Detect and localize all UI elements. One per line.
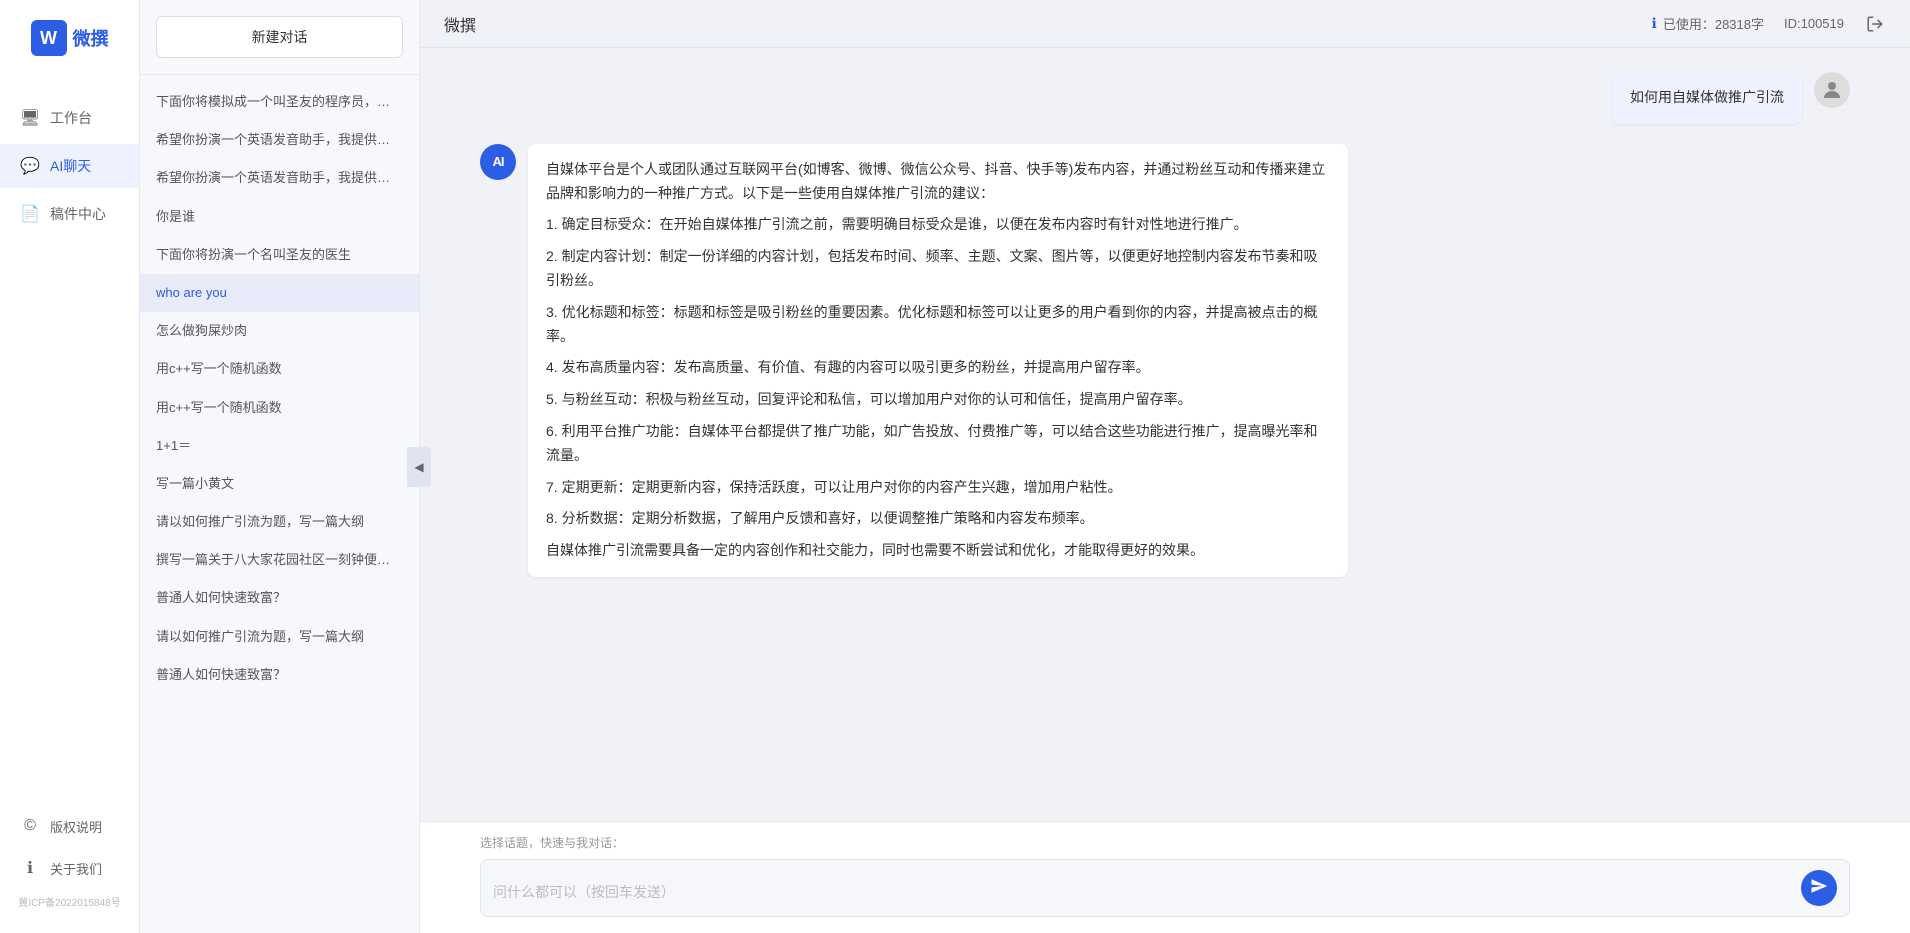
chat-list-item[interactable]: 撰写一篇关于八大家花园社区一刻钟便民生... [140,541,419,579]
nav-label-workspace: 工作台 [50,108,92,128]
copyright-item[interactable]: © 版权说明 [0,806,139,846]
nav-items: 🖥 工作台 💬 AI聊天 📄 稿件中心 [0,96,139,806]
chat-list-item[interactable]: 希望你扮演一个英语发音助手，我提供给你... [140,159,419,197]
user-avatar [1814,72,1850,108]
user-message: 如何用自媒体做推广引流 [1612,72,1802,124]
send-icon [1810,877,1828,900]
message-row-assistant: AI 自媒体平台是个人或团队通过互联网平台(如博客、微博、微信公众号、抖音、快手等… [480,144,1850,577]
chat-list-item[interactable]: who are you [140,274,419,312]
topbar: 微撰 ℹ 已使用：28318字 ID:100519 [420,0,1910,48]
nav-item-workspace[interactable]: 🖥 工作台 [0,96,139,140]
nav-icon-workspace: 🖥 [20,108,40,128]
app-name: 微撰 [73,25,109,51]
input-area: 选择话题，快速与我对话： [420,821,1910,933]
nav-footer: © 版权说明 ℹ 关于我们 冀ICP备2022015848号 [0,806,139,923]
info-icon: ℹ [1652,15,1657,32]
about-item[interactable]: ℹ 关于我们 [0,848,139,888]
chat-list-item[interactable]: 下面你将扮演一个名叫圣友的医生 [140,236,419,274]
chat-input[interactable] [493,882,1791,906]
logo-area: W 微撰 [31,20,109,56]
chat-list-item[interactable]: 你是谁 [140,198,419,236]
chat-area: 如何用自媒体做推广引流 AI 自媒体平台是个人或团队通过互联网平台(如博客、微博、微… [420,48,1910,821]
main-content: 微撰 ℹ 已使用：28318字 ID:100519 如何用自媒体做推广引流 AI 自… [420,0,1910,933]
chat-list-item[interactable]: 写一篇小黄文 [140,465,419,503]
chat-list-item[interactable]: 请以如何推广引流为题，写一篇大纲 [140,503,419,541]
nav-label-ai-chat: AI聊天 [50,156,91,176]
send-button[interactable] [1801,870,1837,906]
chat-list-item[interactable]: 用c++写一个随机函数 [140,350,419,388]
chat-list: 下面你将模拟成一个叫圣友的程序员，我说...希望你扮演一个英语发音助手，我提供给… [140,75,419,933]
left-nav: W 微撰 🖥 工作台 💬 AI聊天 📄 稿件中心 © 版权说明 ℹ 关于我们 冀… [0,0,140,933]
chat-list-item[interactable]: 1+1＝ [140,427,419,465]
sidebar-header: 新建对话 [140,0,419,75]
chat-list-item[interactable]: 下面你将模拟成一个叫圣友的程序员，我说... [140,83,419,121]
logout-button[interactable] [1864,13,1886,35]
ai-message: 自媒体平台是个人或团队通过互联网平台(如博客、微博、微信公众号、抖音、快手等)发… [528,144,1348,577]
logo-icon: W [31,20,67,56]
copyright-icon: © [20,816,40,836]
ai-avatar: AI [480,144,516,180]
nav-item-ai-chat[interactable]: 💬 AI聊天 [0,144,139,188]
usage-display: ℹ 已使用：28318字 [1652,14,1764,33]
chat-list-item[interactable]: 希望你扮演一个英语发音助手，我提供给你... [140,121,419,159]
input-wrapper [480,859,1850,917]
chat-sidebar: 新建对话 下面你将模拟成一个叫圣友的程序员，我说...希望你扮演一个英语发音助手… [140,0,420,933]
user-id: ID:100519 [1784,16,1844,31]
quick-topics-label: 选择话题，快速与我对话： [480,834,1850,851]
chat-list-item[interactable]: 请以如何推广引流为题，写一篇大纲 [140,618,419,656]
chat-list-item[interactable]: 普通人如何快速致富？ [140,656,419,694]
info-icon: ℹ [20,858,40,878]
new-chat-button[interactable]: 新建对话 [156,16,403,58]
nav-item-email[interactable]: 📄 稿件中心 [0,192,139,236]
nav-icon-email: 📄 [20,204,40,224]
chat-list-item[interactable]: 普通人如何快速致富？ [140,579,419,617]
nav-icon-ai-chat: 💬 [20,156,40,176]
collapse-sidebar-button[interactable]: ◀ [407,447,431,487]
message-row-user: 如何用自媒体做推广引流 [480,72,1850,124]
topbar-title: 微撰 [444,12,476,36]
topbar-right: ℹ 已使用：28318字 ID:100519 [1652,13,1886,35]
icp-text: 冀ICP备2022015848号 [0,890,139,913]
chat-list-item[interactable]: 用c++写一个随机函数 [140,389,419,427]
nav-label-email: 稿件中心 [50,204,106,224]
chat-list-item[interactable]: 怎么做狗屎炒肉 [140,312,419,350]
